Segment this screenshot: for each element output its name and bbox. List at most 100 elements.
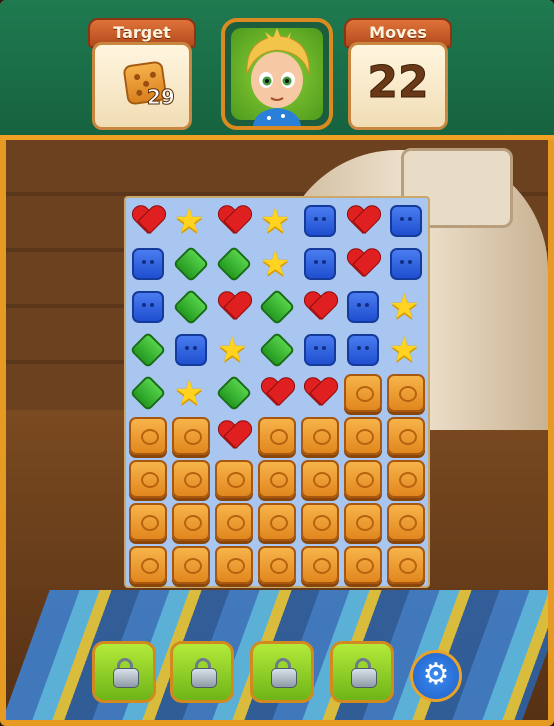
green-diamond-button[interactable]: [215, 245, 253, 283]
board-cell[interactable]: ★: [213, 329, 255, 371]
blue-square-button[interactable]: [390, 248, 422, 280]
board-cell[interactable]: [213, 200, 255, 242]
board-cell[interactable]: [385, 200, 427, 242]
board-cell[interactable]: [127, 415, 169, 457]
board-cell[interactable]: [170, 329, 212, 371]
board-cell[interactable]: [299, 372, 341, 414]
board-cell[interactable]: [127, 200, 169, 242]
board-cell[interactable]: [127, 458, 169, 500]
green-diamond-button[interactable]: [172, 245, 210, 283]
board-cell[interactable]: ★: [385, 286, 427, 328]
crate-block[interactable]: [344, 503, 382, 541]
player-avatar[interactable]: [221, 18, 333, 130]
crate-block[interactable]: [129, 417, 167, 455]
board-cell[interactable]: [256, 544, 298, 586]
board-cell[interactable]: [213, 501, 255, 543]
blue-square-button[interactable]: [304, 248, 336, 280]
crate-block[interactable]: [172, 417, 210, 455]
board-cell[interactable]: [299, 286, 341, 328]
crate-block[interactable]: [129, 460, 167, 498]
blue-square-button[interactable]: [304, 205, 336, 237]
board-cell[interactable]: ★: [170, 200, 212, 242]
yellow-star-button[interactable]: ★: [389, 332, 419, 368]
board-cell[interactable]: [299, 329, 341, 371]
board-cell[interactable]: [342, 415, 384, 457]
crate-block[interactable]: [387, 546, 425, 584]
board-cell[interactable]: [342, 243, 384, 285]
crate-block[interactable]: [172, 460, 210, 498]
board-cell[interactable]: [299, 243, 341, 285]
board-cell[interactable]: [342, 544, 384, 586]
crate-block[interactable]: [344, 417, 382, 455]
green-diamond-button[interactable]: [172, 288, 210, 326]
green-diamond-button[interactable]: [215, 374, 253, 412]
red-heart-button[interactable]: [218, 206, 250, 236]
board-cell[interactable]: [299, 415, 341, 457]
yellow-star-button[interactable]: ★: [174, 375, 204, 411]
crate-block[interactable]: [301, 503, 339, 541]
board-cell[interactable]: [385, 243, 427, 285]
yellow-star-button[interactable]: ★: [389, 289, 419, 325]
crate-block[interactable]: [301, 417, 339, 455]
crate-block[interactable]: [215, 546, 253, 584]
board-cell[interactable]: [170, 501, 212, 543]
board-cell[interactable]: [299, 544, 341, 586]
crate-block[interactable]: [258, 460, 296, 498]
crate-block[interactable]: [172, 546, 210, 584]
board-cell[interactable]: [170, 544, 212, 586]
board-cell[interactable]: [385, 372, 427, 414]
board-cell[interactable]: [342, 458, 384, 500]
board-cell[interactable]: [170, 458, 212, 500]
green-diamond-button[interactable]: [129, 374, 167, 412]
board-cell[interactable]: [385, 415, 427, 457]
board-cell[interactable]: [299, 501, 341, 543]
board-cell[interactable]: [127, 372, 169, 414]
crate-block[interactable]: [258, 417, 296, 455]
yellow-star-button[interactable]: ★: [260, 246, 290, 282]
board-cell[interactable]: [299, 458, 341, 500]
crate-block[interactable]: [387, 503, 425, 541]
board-cell[interactable]: [299, 200, 341, 242]
blue-square-button[interactable]: [390, 205, 422, 237]
board-cell[interactable]: [342, 200, 384, 242]
blue-square-button[interactable]: [132, 248, 164, 280]
booster-slot-2[interactable]: [170, 641, 234, 703]
board-cell[interactable]: [256, 458, 298, 500]
board-cell[interactable]: [213, 458, 255, 500]
crate-block[interactable]: [301, 546, 339, 584]
crate-block[interactable]: [258, 546, 296, 584]
crate-block[interactable]: [387, 374, 425, 412]
board-cell[interactable]: [213, 372, 255, 414]
board-cell[interactable]: [342, 372, 384, 414]
yellow-star-button[interactable]: ★: [260, 203, 290, 239]
crate-block[interactable]: [301, 460, 339, 498]
booster-slot-1[interactable]: [92, 641, 156, 703]
crate-block[interactable]: [387, 417, 425, 455]
board-cell[interactable]: [213, 544, 255, 586]
red-heart-button[interactable]: [218, 292, 250, 322]
red-heart-button[interactable]: [261, 378, 293, 408]
crate-block[interactable]: [215, 460, 253, 498]
game-board[interactable]: ★ ★ ★ ★ ★ ★ ★: [124, 196, 430, 588]
board-cell[interactable]: ★: [256, 200, 298, 242]
red-heart-button[interactable]: [132, 206, 164, 236]
red-heart-button[interactable]: [218, 421, 250, 451]
blue-square-button[interactable]: [347, 334, 379, 366]
board-cell[interactable]: [256, 286, 298, 328]
blue-square-button[interactable]: [132, 291, 164, 323]
crate-block[interactable]: [344, 546, 382, 584]
crate-block[interactable]: [344, 374, 382, 412]
red-heart-button[interactable]: [304, 292, 336, 322]
yellow-star-button[interactable]: ★: [217, 332, 247, 368]
blue-square-button[interactable]: [304, 334, 336, 366]
crate-block[interactable]: [129, 546, 167, 584]
board-cell[interactable]: [127, 329, 169, 371]
crate-block[interactable]: [344, 460, 382, 498]
red-heart-button[interactable]: [347, 249, 379, 279]
booster-slot-3[interactable]: [250, 641, 314, 703]
green-diamond-button[interactable]: [258, 331, 296, 369]
settings-button[interactable]: ⚙: [410, 650, 462, 702]
board-cell[interactable]: [127, 501, 169, 543]
board-cell[interactable]: [342, 501, 384, 543]
board-cell[interactable]: [342, 329, 384, 371]
